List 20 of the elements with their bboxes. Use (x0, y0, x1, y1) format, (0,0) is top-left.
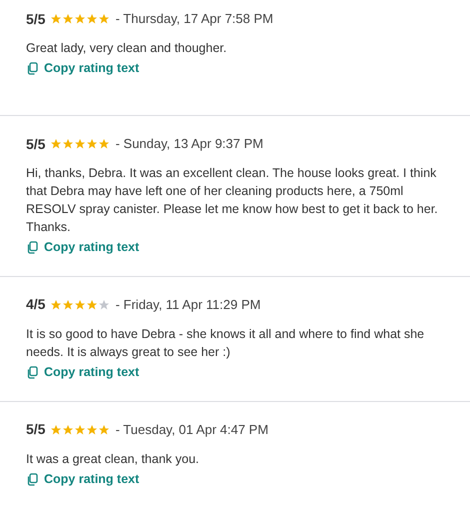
review-text: Hi, thanks, Debra. It was an excellent clean. The house looks great. I think that Debra may have left one of her cleaning products here, a 750ml RESOLV spray canister. Please let me know how best to get it back to her. Thanks. (26, 165, 439, 236)
review-text: Great lady, very clean and thougher. (26, 40, 228, 57)
review-date: - Sunday, 13 Apr 9:37 PM (115, 135, 264, 154)
copy-icon (26, 62, 38, 75)
review-date: - Friday, 11 Apr 11:29 PM (115, 296, 261, 314)
review-text: It is so good to have Debra - she knows it all and where to find what she needs. It is always great to see her :) (26, 326, 426, 361)
rating-score: 5/5 (26, 134, 46, 154)
copy-rating-link[interactable]: Copy rating text (26, 238, 140, 257)
rating-score: 5/5 (26, 10, 46, 28)
copy-rating-link[interactable]: Copy rating text (26, 59, 140, 78)
copy-rating-link[interactable]: Copy rating text (26, 470, 140, 489)
copy-icon (26, 366, 38, 379)
rating-score: 5/5 (26, 420, 46, 440)
review-date: - Tuesday, 01 Apr 4:47 PM (115, 421, 268, 440)
review-date: - Thursday, 17 Apr 7:58 PM (115, 10, 274, 28)
copy-rating-link[interactable]: Copy rating text (26, 362, 140, 382)
copy-icon (26, 240, 38, 254)
rating-score: 4/5 (26, 295, 46, 314)
review-text: It was a great clean, thank you. (26, 450, 200, 468)
copy-icon (26, 472, 38, 486)
